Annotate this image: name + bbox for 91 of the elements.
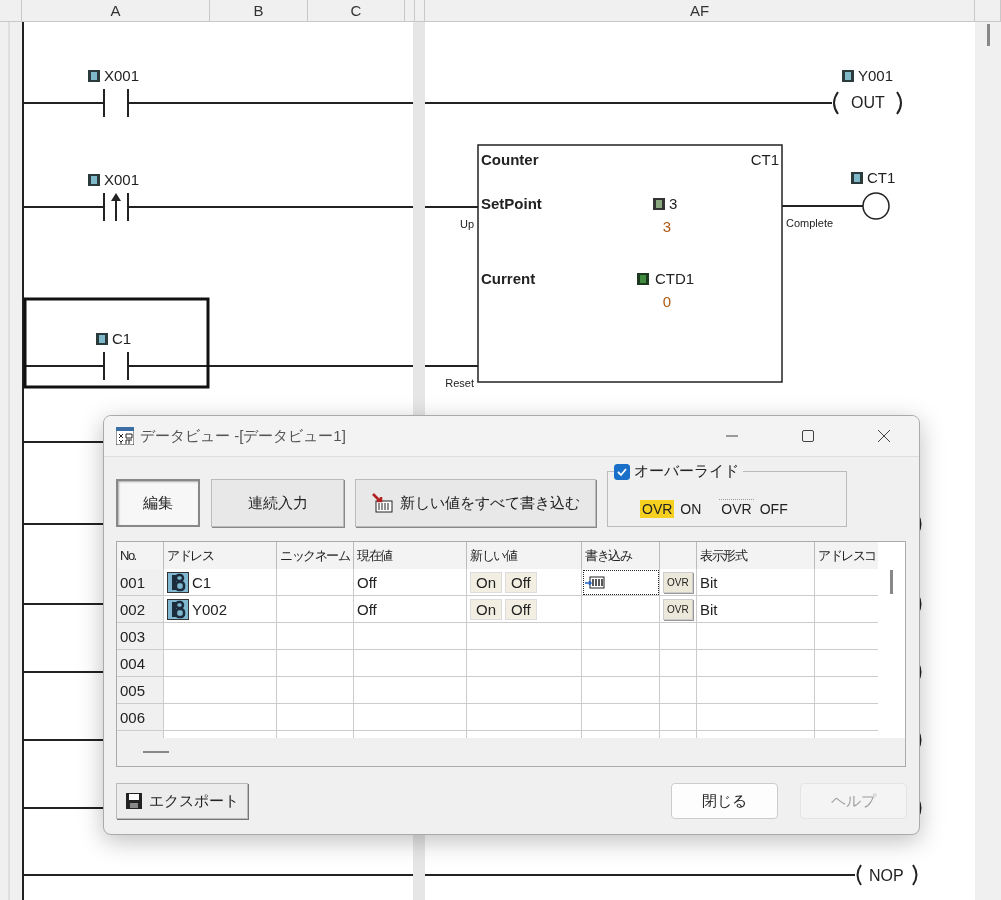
column-header[interactable]: [660, 542, 697, 570]
row-header[interactable]: 004: [117, 650, 164, 677]
device-address: CT1: [867, 169, 896, 186]
table-cell: [660, 704, 697, 731]
write-all-button[interactable]: 新しい値をすべて書き込む: [355, 479, 596, 527]
column-header[interactable]: No.: [117, 542, 164, 570]
off-button[interactable]: Off: [505, 598, 537, 620]
column-header[interactable]: 現在値: [354, 542, 467, 570]
table-cell: [660, 650, 697, 677]
column-header[interactable]: A: [22, 0, 210, 21]
column-header[interactable]: ニックネーム: [277, 542, 354, 570]
bit-device-icon: [167, 598, 189, 620]
override-checkbox[interactable]: オーバーライド: [614, 462, 743, 481]
device-address: X001: [104, 67, 140, 84]
column-header[interactable]: 表示形式: [697, 542, 815, 570]
row-header[interactable]: 006: [117, 704, 164, 731]
setpoint-value: 3: [662, 218, 672, 235]
maximize-icon: [801, 429, 815, 443]
device-address: X001: [104, 171, 140, 188]
device-icon: [88, 174, 100, 186]
table-cell: C1: [164, 569, 277, 596]
counter-block[interactable]: [477, 144, 783, 383]
app-icon: [116, 427, 134, 445]
setpoint-address: 3: [669, 195, 678, 212]
input-label: Up: [459, 218, 474, 230]
output-coil[interactable]: [862, 192, 890, 220]
table-cell: [660, 677, 697, 704]
row-header[interactable]: 001: [117, 569, 164, 596]
off-button[interactable]: Off: [505, 571, 537, 593]
row-header[interactable]: 005: [117, 677, 164, 704]
rising-edge-contact[interactable]: [103, 192, 129, 222]
write-cell[interactable]: [582, 596, 660, 623]
override-state: ON: [680, 501, 702, 517]
device-address: Y001: [858, 67, 894, 84]
output-coil[interactable]: [856, 864, 918, 886]
contact-symbol[interactable]: [103, 88, 129, 118]
output-label: Complete: [786, 217, 834, 229]
column-header[interactable]: アドレスコ: [815, 542, 879, 570]
column-header[interactable]: アドレス: [164, 542, 277, 570]
device-icon: [96, 333, 108, 345]
mode-button[interactable]: 連続入力: [211, 479, 344, 527]
override-button[interactable]: OVR: [663, 571, 693, 593]
device-icon: [88, 70, 100, 82]
device-icon: [637, 273, 649, 285]
override-button[interactable]: OVR: [663, 598, 693, 620]
block-id: CT1: [750, 151, 779, 168]
export-button[interactable]: エクスポート: [116, 783, 248, 819]
table-cell: Off: [354, 596, 467, 623]
write-icon: [585, 575, 605, 589]
column-header[interactable]: AF: [425, 0, 975, 21]
table-cell: Y002: [164, 596, 277, 623]
column-header[interactable]: 新しい値: [467, 542, 582, 570]
on-button[interactable]: On: [470, 571, 502, 593]
device-address: C1: [112, 330, 132, 347]
contact-symbol[interactable]: [103, 351, 129, 381]
close-dialog-button[interactable]: 閉じる: [671, 783, 778, 819]
scroll-thumb[interactable]: [987, 24, 990, 46]
close-icon: [876, 428, 892, 444]
row-header[interactable]: 003: [117, 623, 164, 650]
write-cell[interactable]: [582, 569, 660, 596]
mode-button[interactable]: 編集: [116, 479, 200, 527]
column-header[interactable]: 書き込み: [582, 542, 660, 570]
output-coil[interactable]: [833, 91, 902, 115]
vertical-scrollbar[interactable]: [878, 542, 905, 738]
current-address: CTD1: [655, 270, 695, 287]
window-title: データビュー -[データビュー1]: [140, 426, 347, 446]
table-cell: Bit: [697, 569, 815, 596]
current-value: 0: [662, 293, 672, 310]
column-header[interactable]: B: [210, 0, 308, 21]
override-state: OFF: [759, 500, 788, 517]
device-icon: [851, 172, 863, 184]
device-icon: [653, 198, 665, 210]
save-icon: [125, 792, 143, 810]
input-label: Reset: [445, 377, 474, 389]
block-title: Counter: [481, 151, 539, 168]
scrollbar[interactable]: [975, 22, 1001, 900]
on-button[interactable]: On: [470, 598, 502, 620]
device-icon: [842, 70, 854, 82]
setpoint-label: SetPoint: [481, 195, 542, 212]
table-cell: Bit: [697, 596, 815, 623]
override-badge: OVR: [719, 499, 754, 518]
column-header[interactable]: C: [308, 0, 405, 21]
row-header[interactable]: 002: [117, 596, 164, 623]
coil-instruction: OUT: [851, 94, 885, 111]
table-cell: [815, 569, 879, 596]
coil-instruction: NOP: [869, 867, 904, 884]
override-badge: OVR: [640, 500, 675, 518]
table-cell: Off: [354, 569, 467, 596]
bit-device-icon: [167, 571, 189, 593]
current-label: Current: [481, 270, 536, 287]
write-icon: [371, 493, 394, 513]
